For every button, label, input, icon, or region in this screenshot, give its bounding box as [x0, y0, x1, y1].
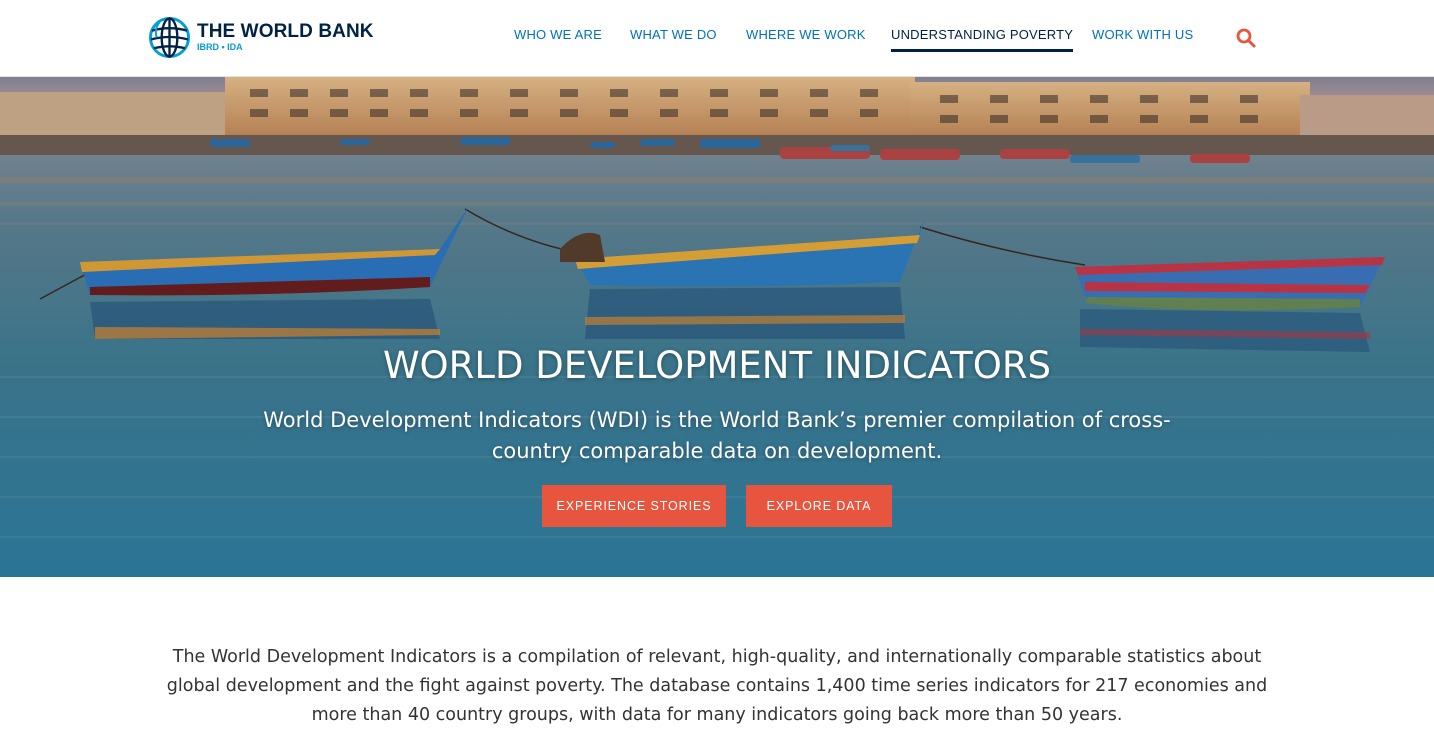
- nav-who-we-are[interactable]: WHO WE ARE: [514, 27, 602, 52]
- nav-where-we-work[interactable]: WHERE WE WORK: [746, 27, 866, 52]
- nav-work-with-us[interactable]: WORK WITH US: [1092, 27, 1193, 52]
- search-icon[interactable]: [1235, 27, 1257, 49]
- experience-stories-button[interactable]: EXPERIENCE STORIES: [542, 485, 726, 527]
- hero-subtitle: World Development Indicators (WDI) is th…: [263, 408, 1171, 463]
- explore-data-button[interactable]: EXPLORE DATA: [746, 485, 892, 527]
- nav-understanding-poverty[interactable]: UNDERSTANDING POVERTY: [891, 27, 1074, 52]
- nav-what-we-do[interactable]: WHAT WE DO: [630, 27, 717, 52]
- site-header: THE WORLD BANK IBRD • IDA WHO WE ARE WHA…: [0, 0, 1434, 77]
- hero-banner: WORLD DEVELOPMENT INDICATORS World Devel…: [0, 77, 1434, 577]
- intro-paragraph: The World Development Indicators is a co…: [166, 647, 1268, 725]
- main-nav: WHO WE ARE WHAT WE DO WHERE WE WORK UNDE…: [0, 0, 1434, 77]
- hero-title: WORLD DEVELOPMENT INDICATORS: [382, 344, 1052, 387]
